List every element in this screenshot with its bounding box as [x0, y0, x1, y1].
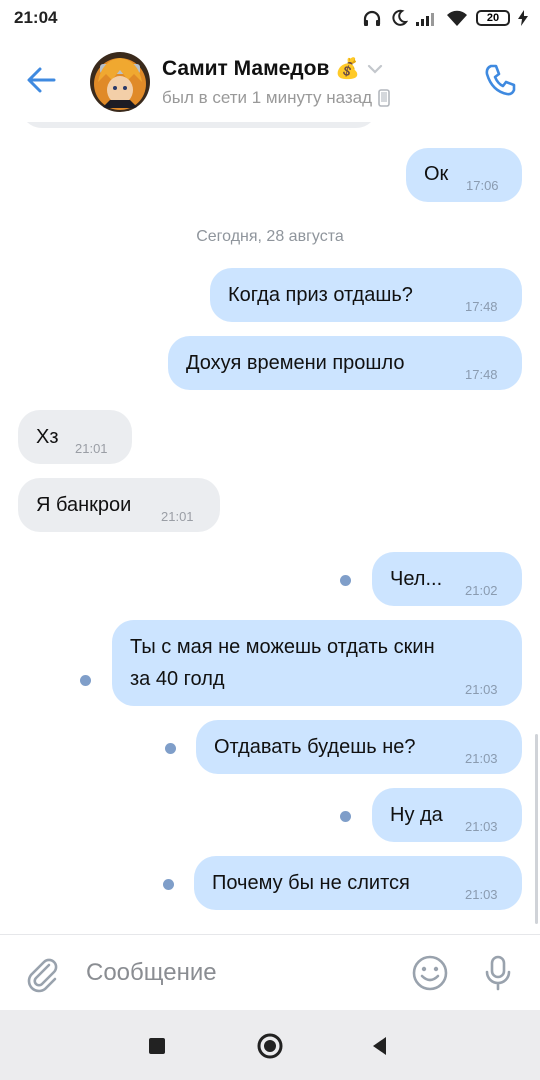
message-text: Дохуя времени прошло: [186, 352, 405, 374]
date-divider: Сегодня, 28 августа: [196, 228, 344, 245]
message-text: Ты с мая не можешь отдать скин: [130, 636, 435, 658]
phone-call-icon[interactable]: [482, 62, 518, 98]
contact-name-row[interactable]: Самит Мамедов 💰: [162, 56, 384, 81]
message-time: 21:03: [465, 887, 498, 902]
back-arrow-icon[interactable]: [24, 62, 60, 98]
message-time: 21:03: [465, 751, 498, 766]
chat-area[interactable]: Ок 17:06 Сегодня, 28 августа Когда приз …: [0, 122, 540, 934]
message-bubble-incoming[interactable]: Я банкрои 21:01: [18, 478, 220, 532]
message-bubble-outgoing[interactable]: Отдавать будешь не? 21:03: [196, 720, 522, 774]
message-time: 17:06: [466, 178, 499, 193]
message-bubble-outgoing[interactable]: Чел... 21:02: [372, 552, 522, 606]
message-bubble-outgoing[interactable]: Когда приз отдашь? 17:48: [210, 268, 522, 322]
message-bubble-outgoing[interactable]: Почему бы не слится 21:03: [194, 856, 522, 910]
message-time: 21:03: [465, 682, 498, 697]
smile-icon[interactable]: [410, 953, 450, 993]
message-input[interactable]: Сообщение: [86, 953, 386, 993]
mobile-device-icon: [378, 89, 390, 107]
battery-icon: 20: [476, 10, 510, 26]
signal-icon: [416, 13, 434, 26]
status-icons: 20: [362, 8, 528, 28]
circle-home-icon[interactable]: [256, 1032, 284, 1060]
unread-dot: [80, 675, 91, 686]
message-time: 21:01: [161, 509, 194, 524]
system-nav-bar: [0, 1010, 540, 1080]
contact-status: был в сети 1 минуту назад: [162, 88, 373, 107]
message-time: 17:48: [465, 367, 498, 382]
contact-name: Самит Мамедов: [162, 56, 330, 80]
status-time: 21:04: [14, 8, 58, 27]
battery-level: 20: [486, 11, 500, 24]
message-text-line2: за 40 голд: [130, 668, 225, 690]
unread-dot: [340, 575, 351, 586]
message-text: Когда приз отдашь?: [228, 284, 413, 306]
message-time: 21:01: [75, 441, 108, 456]
avatar[interactable]: [90, 52, 150, 112]
message-composer: Сообщение: [0, 934, 540, 1010]
message-bubble-partial: [20, 122, 378, 128]
message-text: Почему бы не слится: [212, 872, 410, 894]
square-recent-icon[interactable]: [143, 1032, 171, 1060]
moon-icon: [392, 9, 408, 26]
message-text: Я банкрои: [36, 494, 132, 516]
chat-header: Самит Мамедов 💰 был в сети 1 минуту наза…: [0, 38, 540, 122]
message-text: Ну да: [390, 804, 443, 826]
message-bubble-outgoing[interactable]: Ну да 21:03: [372, 788, 522, 842]
message-text: Отдавать будешь не?: [214, 736, 416, 758]
triangle-back-icon[interactable]: [366, 1032, 394, 1060]
message-bubble-outgoing[interactable]: Ок 17:06: [406, 148, 522, 202]
paperclip-icon[interactable]: [22, 953, 62, 993]
message-time: 21:03: [465, 819, 498, 834]
message-text: Ок: [424, 163, 449, 185]
unread-dot: [165, 743, 176, 754]
scrollbar[interactable]: [535, 734, 538, 924]
unread-dot: [340, 811, 351, 822]
message-time: 17:48: [465, 299, 498, 314]
wifi-icon: [447, 10, 467, 26]
unread-dot: [163, 879, 174, 890]
money-bag-emoji: 💰: [335, 58, 361, 80]
chevron-down-icon[interactable]: [366, 63, 384, 75]
message-time: 21:02: [465, 583, 498, 598]
contact-status-row: был в сети 1 минуту назад: [162, 88, 390, 108]
message-bubble-outgoing[interactable]: Дохуя времени прошло 17:48: [168, 336, 522, 390]
message-text: Чел...: [390, 568, 443, 590]
microphone-icon[interactable]: [478, 953, 518, 993]
message-bubble-outgoing[interactable]: Ты с мая не можешь отдать скин за 40 гол…: [112, 620, 522, 706]
status-bar: 21:04 20: [0, 0, 540, 38]
headphones-icon: [363, 10, 381, 26]
charging-icon: [518, 10, 528, 26]
message-bubble-incoming[interactable]: Хз 21:01: [18, 410, 132, 464]
message-text: Хз: [36, 426, 59, 448]
